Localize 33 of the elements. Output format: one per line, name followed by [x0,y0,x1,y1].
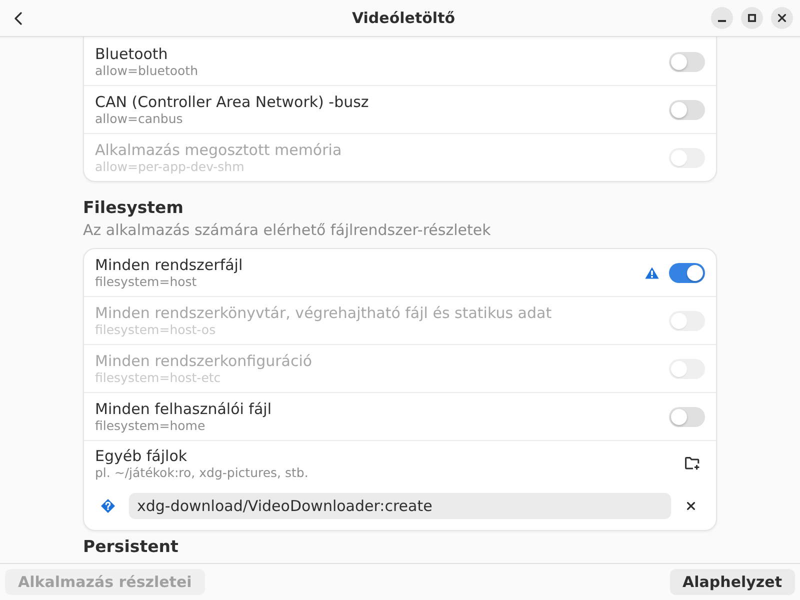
row-subtitle: allow=canbus [95,111,183,126]
toggle-switch[interactable] [669,262,705,282]
back-icon[interactable] [14,12,22,24]
row-title: Minden rendszerkönyvtár, végrehajtható fájl és statikus adat [95,304,552,322]
row-subtitle: allow=bluetooth [95,63,198,78]
minimize-button[interactable] [711,7,733,29]
row-title: Minden rendszerfájl [95,256,243,274]
row-title: Minden rendszerkonfiguráció [95,352,312,370]
text-field[interactable]: xdg-download/VideoDownloader:create [129,493,671,519]
minimize-icon [718,20,726,22]
row-title: Minden felhasználói fájl [95,400,272,418]
toggle-switch[interactable] [669,100,705,120]
row-subtitle: pl. ~/játékok:ro, xdg-pictures, stb. [95,465,308,480]
help-diamond-icon [101,499,115,513]
row-subtitle: filesystem=host [95,274,197,289]
row-title: CAN (Controller Area Network) -busz [95,93,369,111]
row-title: Bluetooth [95,45,168,63]
close-icon [778,14,786,22]
toggle-switch[interactable] [669,406,705,426]
toggle-switch[interactable] [669,52,705,72]
section-heading: Filesystem [83,198,184,218]
row-subtitle: filesystem=home [95,418,206,433]
row-title: Egyéb fájlok [95,447,188,465]
footer-button[interactable]: Alaphelyzet [670,569,795,595]
maximize-icon [748,14,756,22]
close-button[interactable] [771,7,793,29]
window-title: Videóletöltő [352,9,456,27]
close-icon[interactable] [687,502,695,510]
section-description: Az alkalmazás számára elérhető fájlrendszer-részletek [83,221,492,240]
row-title: Alkalmazás megosztott memória [95,141,342,159]
maximize-button[interactable] [741,7,763,29]
section-heading: Persistent [83,537,180,556]
folder-plus-icon[interactable] [685,457,700,470]
